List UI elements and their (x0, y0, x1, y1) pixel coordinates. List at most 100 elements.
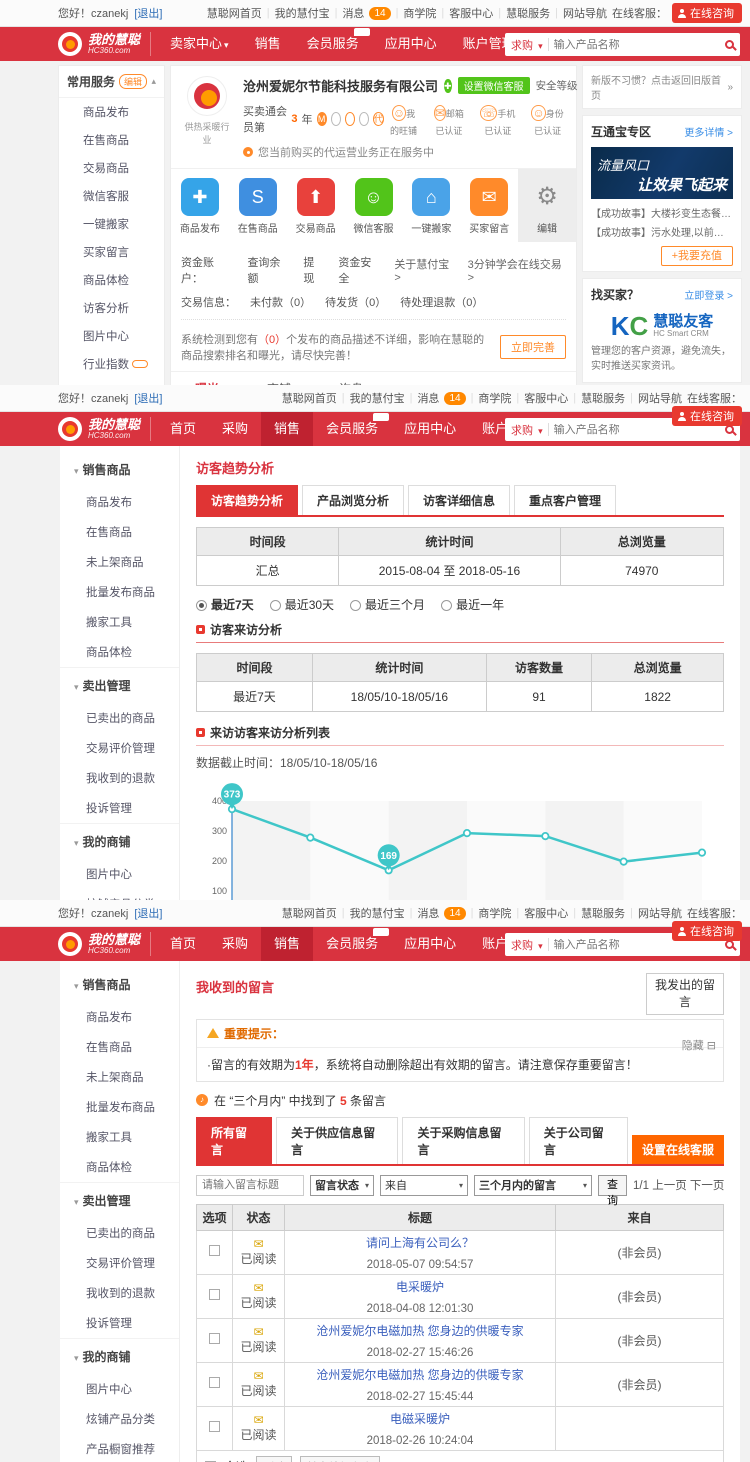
sidebar-item[interactable]: 商品发布 (60, 487, 179, 517)
unshipped-link[interactable]: 待发货（0） (325, 294, 386, 310)
from-select[interactable]: 来自▾ (380, 1175, 468, 1196)
sidebar-item[interactable]: 未上架商品 (60, 1062, 179, 1092)
sidebar-item-trade-goods[interactable]: 交易商品 (59, 154, 164, 182)
setup-wechat-service-button[interactable]: 设置微信客服 (458, 77, 530, 94)
sidebar-item[interactable]: 已卖出的商品 (60, 1218, 179, 1248)
sidebar-group-sold[interactable]: ▾卖出管理 (60, 1182, 179, 1218)
search-icon[interactable] (725, 940, 734, 949)
cert-identity[interactable]: ☺身份已认证 (529, 103, 566, 137)
nav-apps[interactable]: 应用中心 (372, 27, 450, 61)
tab-product-views[interactable]: 产品浏览分析 (302, 485, 404, 515)
quick-messages[interactable]: ✉买家留言 (460, 169, 518, 242)
story-link-2[interactable]: 【成功故事】污水处理,以前靠搜,现在靠什么? (583, 220, 741, 239)
row-checkbox[interactable] (209, 1333, 220, 1344)
message-title-link[interactable]: 沧州爱妮尔电磁加热 您身边的供暖专家 (288, 1322, 552, 1339)
topbar-link-home[interactable]: 慧聪网首页 (207, 5, 262, 21)
period-select[interactable]: 三个月内的留言▾ (474, 1175, 592, 1196)
logout-link[interactable]: [退出] (134, 393, 162, 405)
setup-online-service-button[interactable]: 设置在线客服 (632, 1135, 724, 1164)
sidebar-item[interactable]: 在售商品 (60, 517, 179, 547)
message-title-input[interactable] (196, 1175, 304, 1196)
sidebar-item[interactable]: 搬家工具 (60, 607, 179, 637)
search-icon[interactable] (725, 425, 734, 434)
topbar-link-sitemap[interactable]: 网站导航 (638, 905, 682, 921)
topbar-link-pay[interactable]: 我的慧付宝 (350, 390, 405, 406)
nav-purchase[interactable]: 采购 (209, 927, 261, 961)
status-select[interactable]: 留言状态▾ (310, 1175, 374, 1196)
nav-sales[interactable]: 销售 (242, 27, 294, 61)
search-icon[interactable] (725, 40, 734, 49)
cert-phone[interactable]: ☏手机已认证 (479, 103, 518, 137)
sidebar-group-sale-goods[interactable]: ▾销售商品 (60, 967, 179, 1002)
message-count-badge[interactable]: 14 (444, 907, 465, 920)
quick-mover[interactable]: ⌂一键搬家 (402, 169, 460, 242)
topbar-link-messages[interactable]: 消息 (342, 5, 364, 21)
topbar-link-academy[interactable]: 商学院 (403, 5, 436, 21)
sidebar-item[interactable]: 我收到的退款 (60, 1278, 179, 1308)
sidebar-item[interactable]: 搬家工具 (60, 1122, 179, 1152)
sidebar-item[interactable]: 炫铺产品分类 (60, 1404, 179, 1434)
nav-apps[interactable]: 应用中心 (391, 927, 469, 961)
cert-email[interactable]: ✉邮箱已认证 (431, 103, 466, 137)
row-checkbox[interactable] (209, 1421, 220, 1432)
sidebar-item[interactable]: 交易评价管理 (60, 1248, 179, 1278)
nav-seller-center[interactable]: 卖家中心▾ (157, 27, 242, 62)
search-category-select[interactable]: 求购 ▾ (511, 422, 543, 438)
sidebar-group-sale-goods[interactable]: ▾销售商品 (60, 452, 179, 487)
tab-visitor-detail[interactable]: 访客详细信息 (408, 485, 510, 515)
topbar-link-pay[interactable]: 我的慧付宝 (350, 905, 405, 921)
online-chat-button[interactable]: 在线咨询 (672, 3, 742, 23)
topbar-link-service[interactable]: 客服中心 (524, 390, 568, 406)
message-title-link[interactable]: 电采暖炉 (288, 1278, 552, 1295)
nav-sales[interactable]: 销售 (261, 412, 313, 446)
hutongbao-banner[interactable]: 流量风口 让效果飞起来 (591, 147, 733, 199)
sent-messages-button[interactable]: 我发出的留言 (646, 973, 724, 1015)
tab-exposure[interactable]: 曝光 (171, 372, 243, 385)
message-title-link[interactable]: 沧州爱妮尔电磁加热 您身边的供暖专家 (288, 1366, 552, 1383)
online-chat-button[interactable]: 在线咨询 (672, 921, 742, 941)
quick-publish[interactable]: ✚商品发布 (171, 169, 229, 242)
sidebar-item[interactable]: 投诉管理 (60, 793, 179, 823)
topbar-link-sitemap[interactable]: 网站导航 (563, 5, 607, 21)
topbar-link-pay[interactable]: 我的慧付宝 (275, 5, 330, 21)
sidebar-item-publish[interactable]: 商品发布 (59, 98, 164, 126)
fund-withdraw-link[interactable]: 提现 (303, 254, 324, 286)
sidebar-item-wechat-service[interactable]: 微信客服 (59, 182, 164, 210)
sidebar-item[interactable]: 投诉管理 (60, 1308, 179, 1338)
sidebar-group-sold[interactable]: ▾卖出管理 (60, 667, 179, 703)
improve-now-button[interactable]: 立即完善 (500, 335, 566, 359)
hide-link[interactable]: 隐藏 ⊟ (682, 1037, 716, 1053)
quick-onsale[interactable]: S在售商品 (229, 169, 287, 242)
fund-security-link[interactable]: 资金安全 (338, 254, 380, 286)
sidebar-item[interactable]: 已卖出的商品 (60, 703, 179, 733)
topbar-link-service[interactable]: 客服中心 (449, 5, 493, 21)
topbar-link-home[interactable]: 慧聪网首页 (282, 390, 337, 406)
tab-company-messages[interactable]: 关于公司留言 (529, 1117, 628, 1164)
nav-home[interactable]: 首页 (157, 927, 209, 961)
sidebar-item-image-center[interactable]: 图片中心 (59, 322, 164, 350)
logout-link[interactable]: [退出] (134, 908, 162, 920)
tab-all-messages[interactable]: 所有留言 (196, 1117, 272, 1164)
quick-trade[interactable]: ⬆交易商品 (287, 169, 345, 242)
topbar-link-hcservice[interactable]: 慧聪服务 (581, 905, 625, 921)
sidebar-item[interactable]: 炫铺产品分类 (60, 889, 179, 900)
delete-button[interactable]: 删除 (256, 1456, 292, 1462)
sidebar-group-goods[interactable]: 商品管理▾ (59, 378, 164, 385)
tab-inquiry[interactable]: 询盘 (315, 372, 387, 385)
sidebar-item-visitor-analysis[interactable]: 访客分析 (59, 294, 164, 322)
story-link-1[interactable]: 【成功故事】大楼衫变生态餐厅 互通宝带你… (583, 201, 741, 220)
message-count-badge[interactable]: 14 (444, 392, 465, 405)
sidebar-item[interactable]: 批量发布商品 (60, 577, 179, 607)
radio-last-year[interactable]: 最近一年 (441, 596, 504, 613)
cert-my-shop[interactable]: ☺我的旺铺 (388, 103, 419, 137)
radio-last-30-days[interactable]: 最近30天 (270, 596, 334, 613)
quick-wechat[interactable]: ☺微信客服 (345, 169, 403, 242)
prev-page-link[interactable]: 上一页 (652, 1180, 687, 1192)
site-logo[interactable]: 我的慧聪HC360.com (58, 417, 151, 441)
query-button[interactable]: 查询 (598, 1175, 627, 1196)
sidebar-group-my-shop[interactable]: ▾我的商铺 (60, 823, 179, 859)
sidebar-item[interactable]: 图片中心 (60, 1374, 179, 1404)
radio-last-3-months[interactable]: 最近三个月 (350, 596, 425, 613)
learn-trade-link[interactable]: 3分钟学会在线交易 > (468, 256, 566, 284)
hutongbao-more-link[interactable]: 更多详情 > (684, 124, 733, 139)
